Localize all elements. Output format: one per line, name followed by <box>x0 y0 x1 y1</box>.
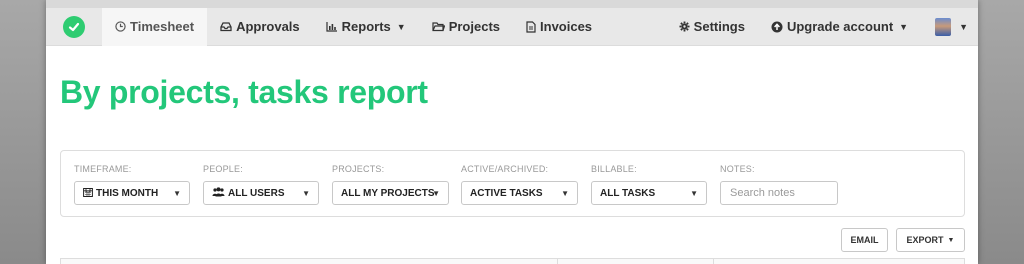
search-notes-input[interactable] <box>720 181 838 205</box>
filter-people: PEOPLE: ALL USERS ▼ <box>203 164 319 205</box>
chevron-down-icon: ▼ <box>947 236 955 244</box>
chevron-down-icon: ▼ <box>173 188 181 198</box>
nav-timesheet[interactable]: Timesheet <box>102 7 208 46</box>
app-logo[interactable] <box>46 8 102 46</box>
export-button[interactable]: EXPORT ▼ <box>896 228 965 252</box>
inbox-icon <box>220 21 232 32</box>
chevron-down-icon: ▼ <box>561 188 569 198</box>
filter-timeframe-label: TIMEFRAME: <box>74 164 132 174</box>
chevron-down-icon: ▼ <box>690 188 698 198</box>
timeframe-select[interactable]: THIS MONTH ▼ <box>74 181 190 205</box>
upload-circle-icon <box>771 21 783 33</box>
table-column-divider <box>713 259 714 264</box>
page-title: By projects, tasks report <box>60 74 428 110</box>
filter-projects: PROJECTS: ALL MY PROJECTS ▼ <box>332 164 449 205</box>
app-window: Timesheet Approvals Reports ▼ Projects I… <box>46 0 978 264</box>
nav-approvals-label: Approvals <box>236 19 300 34</box>
chevron-down-icon: ▼ <box>396 21 406 32</box>
chevron-down-icon: ▼ <box>959 21 968 32</box>
stopwatch-check-icon <box>63 15 85 38</box>
filter-active-archived: ACTIVE/ARCHIVED: ACTIVE TASKS ▼ <box>461 164 578 205</box>
nav-projects[interactable]: Projects <box>419 8 513 46</box>
projects-select[interactable]: ALL MY PROJECTS ▼ <box>332 181 449 205</box>
table-column-divider <box>557 259 558 264</box>
billable-value: ALL TASKS <box>600 187 656 199</box>
clock-icon <box>115 21 126 32</box>
chevron-down-icon: ▼ <box>432 188 440 198</box>
filter-notes: NOTES: <box>720 164 838 205</box>
filter-people-label: PEOPLE: <box>203 164 243 174</box>
email-button[interactable]: EMAIL <box>841 228 888 252</box>
filter-panel: TIMEFRAME: THIS MONTH ▼ PEOPLE: ALL USER… <box>60 150 965 217</box>
people-select[interactable]: ALL USERS ▼ <box>203 181 319 205</box>
filter-notes-label: NOTES: <box>720 164 755 174</box>
top-navbar: Timesheet Approvals Reports ▼ Projects I… <box>46 7 978 46</box>
timeframe-value: THIS MONTH <box>96 187 159 199</box>
nav-upgrade-label: Upgrade account <box>786 19 894 34</box>
nav-settings[interactable]: Settings <box>666 8 758 46</box>
billable-select[interactable]: ALL TASKS ▼ <box>591 181 707 205</box>
bar-chart-icon <box>326 21 338 32</box>
calendar-icon <box>83 187 93 200</box>
filter-active-archived-label: ACTIVE/ARCHIVED: <box>461 164 549 174</box>
people-value: ALL USERS <box>228 187 285 199</box>
report-table-header <box>60 258 965 264</box>
gear-icon <box>679 21 690 32</box>
filter-billable: BILLABLE: ALL TASKS ▼ <box>591 164 707 205</box>
nav-upgrade-account[interactable]: Upgrade account ▼ <box>758 8 921 46</box>
nav-user-menu[interactable]: ▼ <box>921 8 978 46</box>
nav-invoices-label: Invoices <box>540 19 593 34</box>
nav-projects-label: Projects <box>448 19 501 34</box>
projects-value: ALL MY PROJECTS <box>341 187 435 199</box>
users-icon <box>212 186 225 200</box>
nav-approvals[interactable]: Approvals <box>207 8 313 46</box>
active-archived-select[interactable]: ACTIVE TASKS ▼ <box>461 181 578 205</box>
chevron-down-icon: ▼ <box>899 21 909 32</box>
nav-invoices[interactable]: Invoices <box>513 8 605 46</box>
export-button-label: EXPORT <box>906 235 944 245</box>
filter-timeframe: TIMEFRAME: THIS MONTH ▼ <box>74 164 190 205</box>
email-button-label: EMAIL <box>850 235 879 245</box>
filter-billable-label: BILLABLE: <box>591 164 637 174</box>
nav-reports-label: Reports <box>341 19 391 34</box>
user-avatar <box>935 17 952 36</box>
folder-icon <box>432 21 445 32</box>
nav-settings-label: Settings <box>693 19 745 34</box>
filter-projects-label: PROJECTS: <box>332 164 385 174</box>
nav-reports[interactable]: Reports ▼ <box>313 8 419 46</box>
nav-timesheet-label: Timesheet <box>130 19 195 34</box>
chevron-down-icon: ▼ <box>302 188 310 198</box>
active-archived-value: ACTIVE TASKS <box>470 187 543 199</box>
document-icon <box>526 20 536 33</box>
